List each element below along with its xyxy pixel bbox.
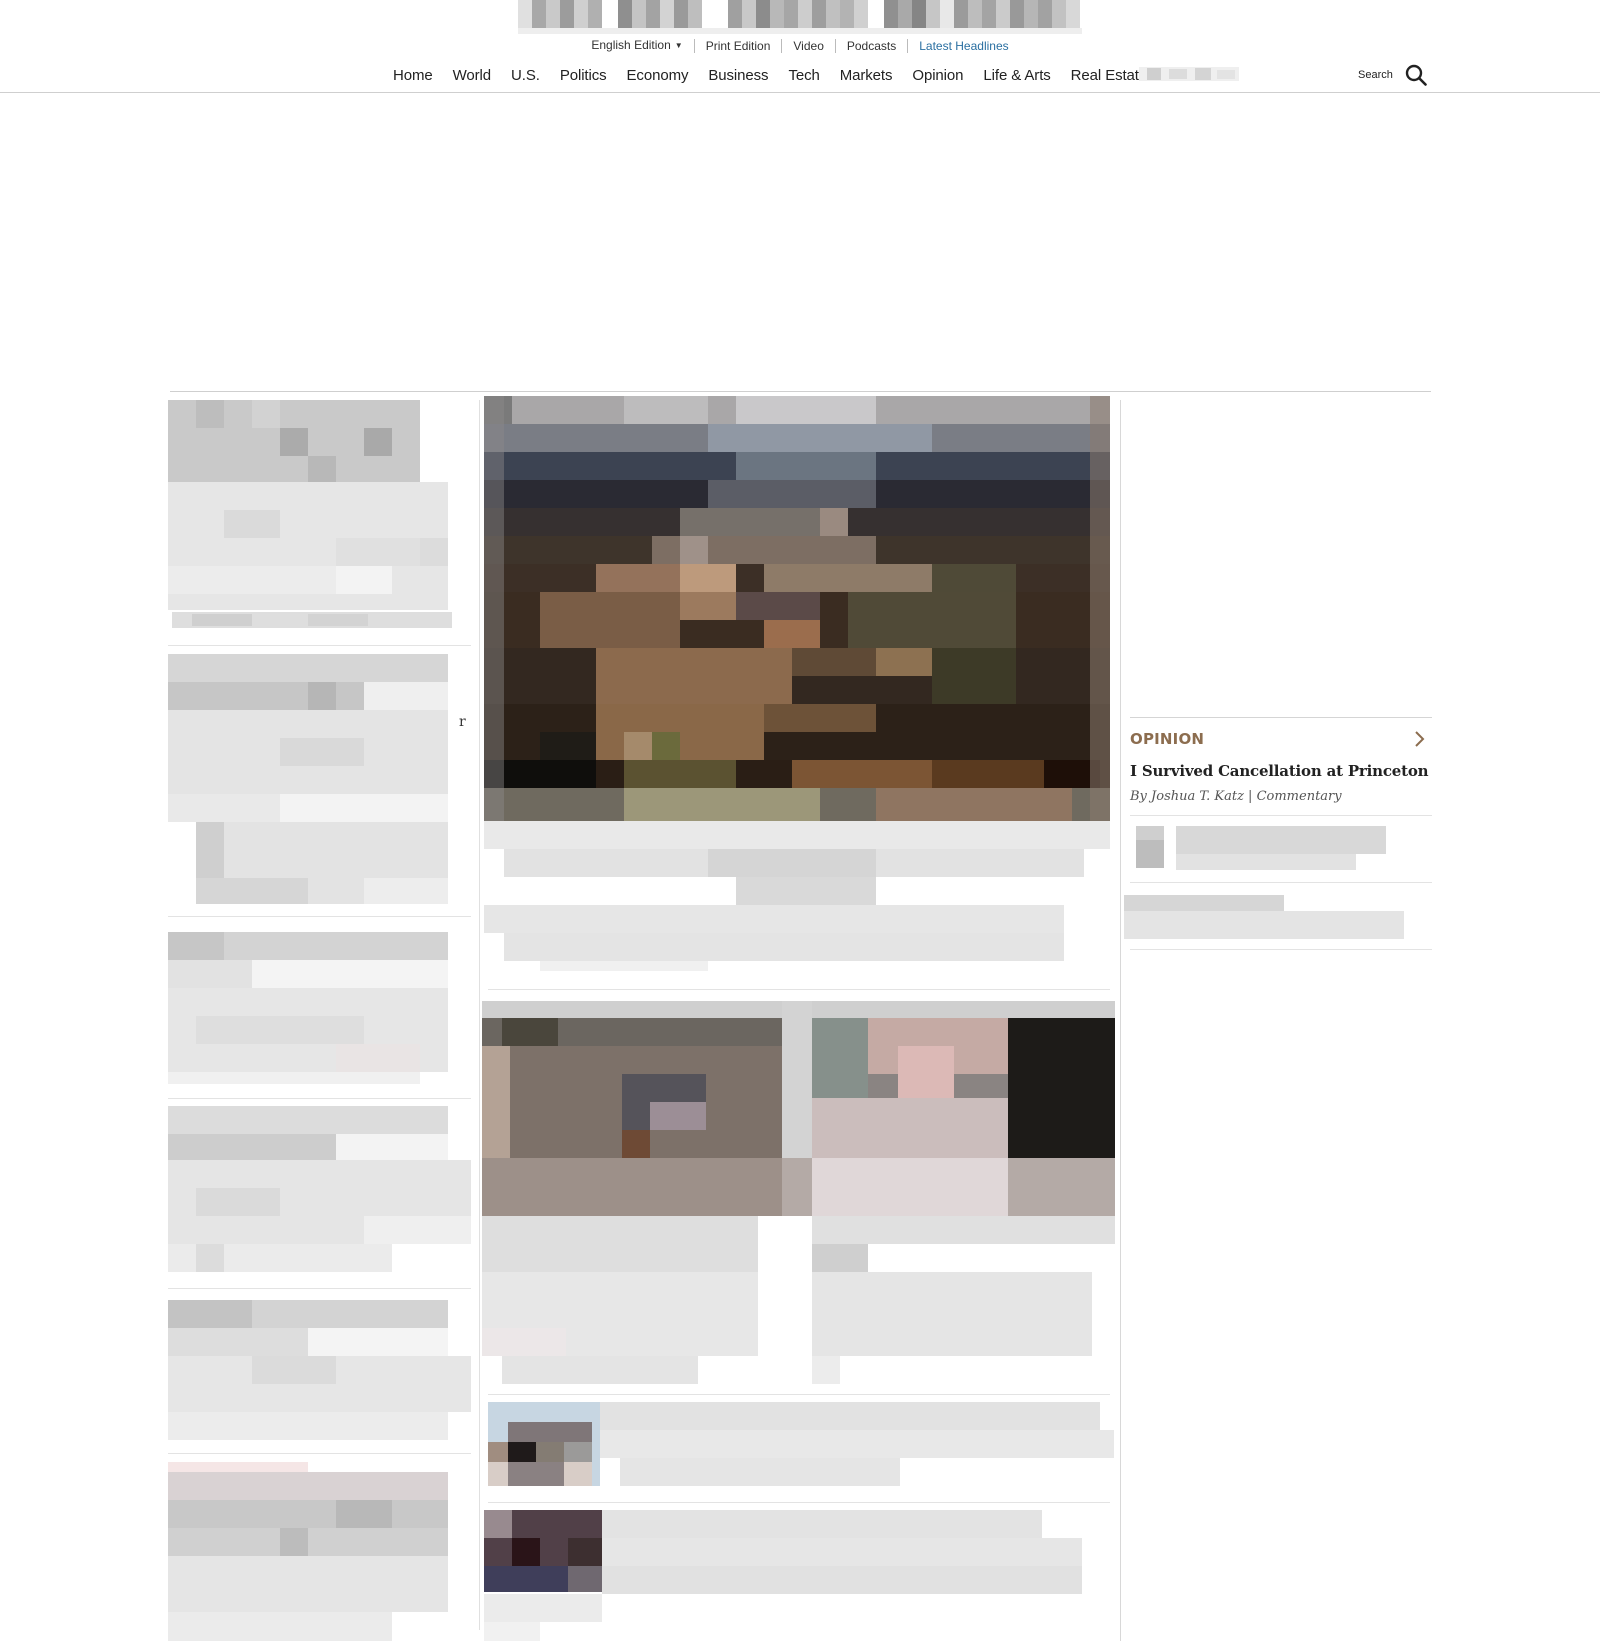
small-story-pixelated[interactable] [484, 1510, 1110, 1641]
search-button[interactable]: Search [1358, 64, 1427, 86]
column-divider [1120, 400, 1121, 1641]
nav-item-business[interactable]: Business [708, 67, 768, 84]
story-pixelated[interactable]: r [168, 654, 471, 904]
edition-selector[interactable]: English Edition ▼ [580, 38, 693, 54]
nav-item-pixelated[interactable] [1139, 65, 1239, 82]
print-edition-link[interactable]: Print Edition [693, 39, 782, 53]
story-pixelated[interactable] [168, 400, 471, 632]
story-divider [168, 916, 471, 917]
nav-item-markets[interactable]: Markets [840, 67, 893, 84]
nav-item-home[interactable]: Home [393, 67, 433, 84]
search-label: Search [1358, 69, 1393, 81]
opinion-module: OPINION I Survived Cancellation at Princ… [1124, 717, 1432, 950]
story-divider [488, 1394, 1110, 1395]
nav-item-us[interactable]: U.S. [511, 67, 540, 84]
story-divider [168, 1098, 471, 1099]
secondary-story-text-pixelated[interactable] [482, 1216, 1115, 1391]
secondary-story-image-pixelated[interactable] [482, 1001, 1115, 1216]
main-nav: Home World U.S. Politics Economy Busines… [0, 62, 1600, 88]
opinion-label: OPINION [1130, 730, 1205, 748]
nav-item-opinion[interactable]: Opinion [912, 67, 963, 84]
video-link[interactable]: Video [781, 39, 834, 53]
opinion-divider [1130, 949, 1432, 950]
story-pixelated[interactable] [168, 1462, 471, 1641]
nav-item-life-arts[interactable]: Life & Arts [983, 67, 1050, 84]
content-top-divider [170, 391, 1431, 392]
story-pixelated[interactable] [168, 932, 471, 1088]
story-pixelated[interactable] [168, 1300, 471, 1444]
opinion-headline[interactable]: I Survived Cancellation at Princeton [1130, 762, 1432, 780]
story-pixelated[interactable] [168, 1106, 471, 1282]
story-divider [488, 1502, 1110, 1503]
nav-item-world[interactable]: World [453, 67, 492, 84]
opinion-divider [1130, 717, 1432, 718]
opinion-header[interactable]: OPINION [1130, 730, 1432, 748]
nav-item-politics[interactable]: Politics [560, 67, 607, 84]
opinion-byline: By Joshua T. Katz | Commentary [1130, 789, 1342, 804]
right-column: OPINION I Survived Cancellation at Princ… [1124, 400, 1432, 1641]
lead-story-text-pixelated[interactable] [484, 821, 1117, 973]
opinion-story-pixelated[interactable] [1124, 816, 1432, 882]
nav-item-real-estate[interactable]: Real Estate [1071, 67, 1148, 84]
utility-bar: English Edition ▼ Print Edition Video Pod… [0, 37, 1600, 55]
main-column [482, 396, 1117, 1641]
story-divider [168, 645, 471, 646]
opinion-story-pixelated[interactable] [1124, 883, 1432, 949]
chevron-right-icon[interactable] [1412, 730, 1426, 748]
nav-item-tech[interactable]: Tech [788, 67, 819, 84]
podcasts-link[interactable]: Podcasts [834, 39, 907, 53]
dropdown-caret-icon: ▼ [674, 41, 683, 50]
column-divider [479, 400, 480, 1630]
left-column: r [168, 400, 471, 1641]
story-divider [168, 1288, 471, 1289]
search-icon [1405, 64, 1427, 86]
latest-headlines-link[interactable]: Latest Headlines [907, 39, 1019, 53]
lead-story-image-pixelated[interactable] [484, 396, 1110, 821]
svg-text:r: r [459, 714, 466, 730]
nav-list: Home World U.S. Politics Economy Busines… [393, 62, 1167, 88]
story-divider [488, 989, 1110, 990]
masthead-logo-pixelated[interactable] [518, 0, 1082, 34]
story-divider [168, 1453, 471, 1454]
small-story-pixelated[interactable] [488, 1402, 1114, 1494]
nav-item-economy[interactable]: Economy [627, 67, 689, 84]
header-divider [0, 92, 1600, 93]
